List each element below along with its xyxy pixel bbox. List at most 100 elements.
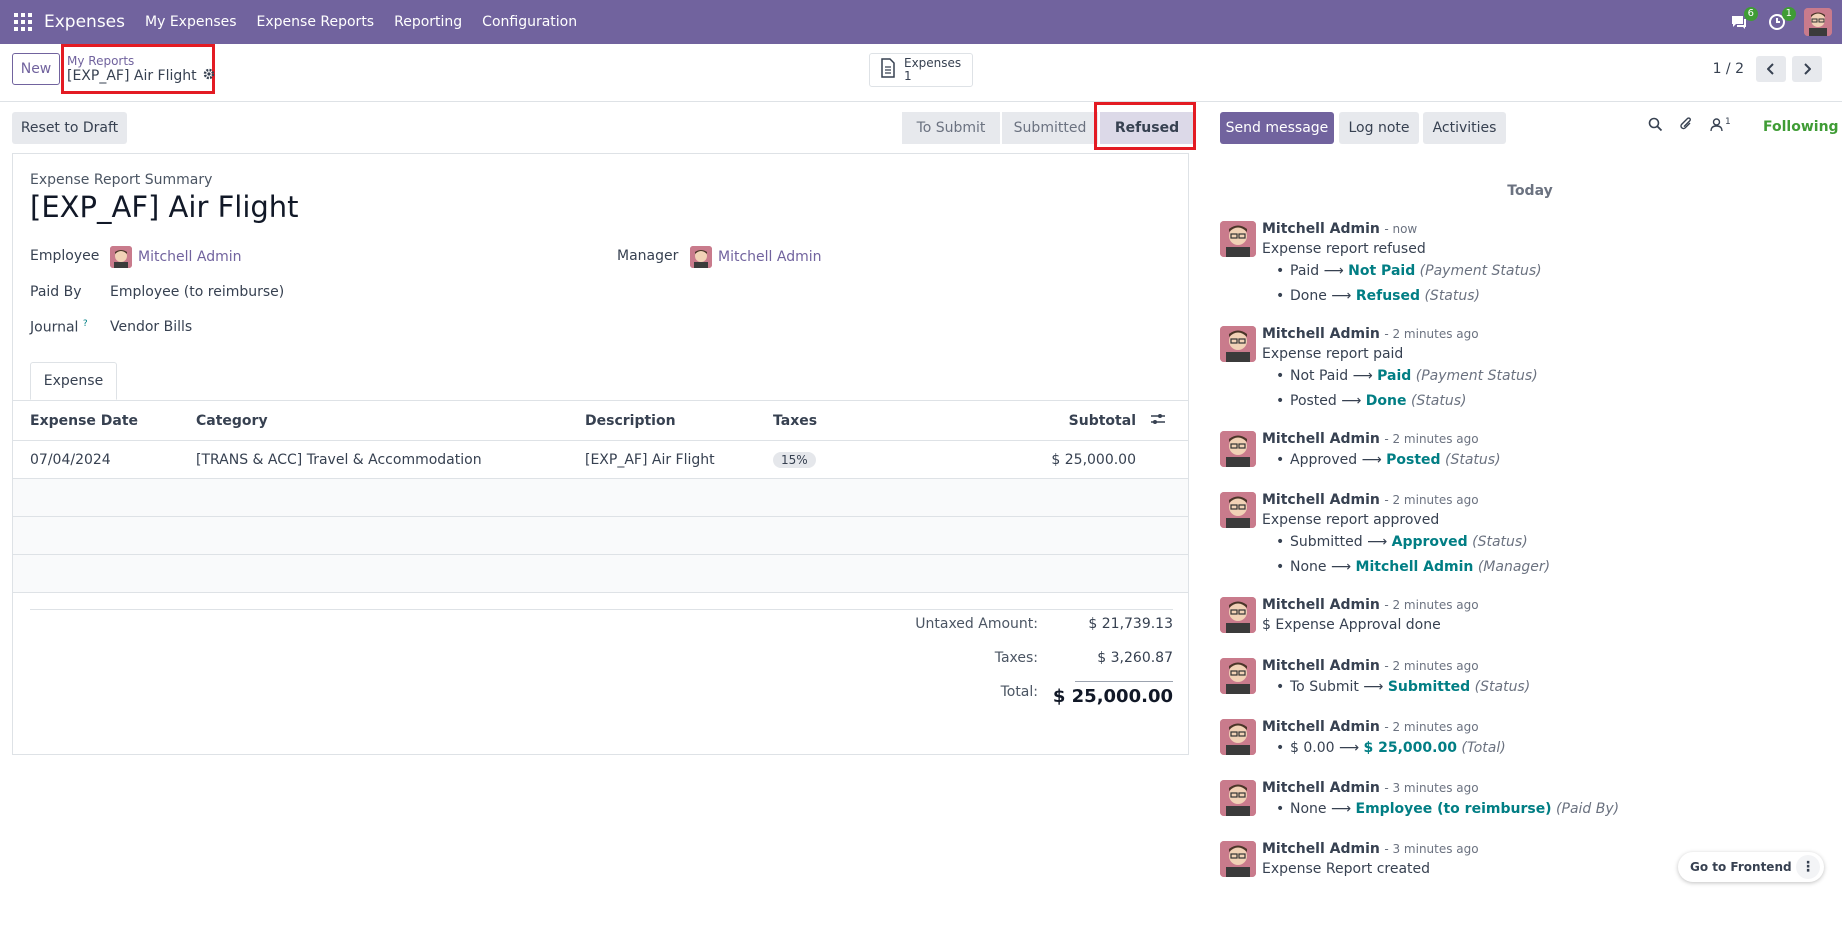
paid-by-value[interactable]: Employee (to reimburse)	[110, 284, 284, 300]
send-message-button[interactable]: Send message	[1220, 112, 1334, 144]
pager-value[interactable]: 1 / 2	[1713, 61, 1744, 77]
expenses-stat-button[interactable]: Expenses 1	[869, 53, 973, 87]
chatter: Send message Log note Activities 1 Follo…	[1212, 103, 1842, 930]
track-to: Approved	[1391, 534, 1468, 550]
search-icon[interactable]	[1648, 117, 1663, 136]
journal-label: Journal ?	[30, 319, 88, 336]
breadcrumb-current: [EXP_AF] Air Flight	[67, 68, 215, 84]
form-sheet: Expense Report Summary [EXP_AF] Air Flig…	[12, 153, 1189, 755]
track-from: Not Paid	[1290, 368, 1349, 384]
user-avatar[interactable]	[1804, 8, 1832, 36]
navbar-systray: 6 1	[1728, 0, 1832, 44]
employee-label: Employee	[30, 248, 100, 264]
report-title[interactable]: [EXP_AF] Air Flight	[30, 190, 299, 224]
followers-icon[interactable]: 1	[1710, 117, 1731, 136]
avatar	[110, 246, 132, 268]
track-field: (Status)	[1474, 679, 1531, 695]
status-bar: Reset to Draft To Submit Submitted Refus…	[0, 103, 1200, 153]
help-icon[interactable]: ?	[83, 319, 88, 329]
track-field: (Status)	[1445, 452, 1501, 468]
manager-field[interactable]: Mitchell Admin	[690, 246, 822, 268]
manager-value: Mitchell Admin	[718, 249, 822, 265]
tracking-value: • None ⟶ Employee (to reimburse) (Paid By…	[1276, 801, 1620, 817]
tax-tag: 15%	[773, 451, 816, 468]
message-time: - 2 minutes ago	[1384, 659, 1479, 673]
breadcrumb-parent[interactable]: My Reports	[67, 54, 134, 68]
stage-to-submit[interactable]: To Submit	[902, 112, 1000, 144]
menu-reporting[interactable]: Reporting	[394, 14, 462, 30]
avatar	[1220, 492, 1256, 528]
activities-button[interactable]: Activities	[1423, 112, 1506, 144]
track-from: Posted	[1290, 393, 1337, 409]
messages-badge: 6	[1743, 7, 1758, 21]
track-field: (Total)	[1461, 740, 1506, 756]
track-to: Not Paid	[1348, 263, 1416, 279]
avatar	[1220, 719, 1256, 755]
new-button[interactable]: New	[12, 53, 60, 85]
menu-expense-reports[interactable]: Expense Reports	[257, 14, 375, 30]
cell-date: 07/04/2024	[30, 451, 111, 468]
menu-my-expenses[interactable]: My Expenses	[145, 14, 237, 30]
control-panel: New My Reports [EXP_AF] Air Flight Expen…	[0, 44, 1842, 102]
cell-category: [TRANS & ACC] Travel & Accommodation	[196, 451, 482, 468]
cell-description: [EXP_AF] Air Flight	[585, 451, 715, 468]
tracking-value: • $ 0.00 ⟶ $ 25,000.00 (Total)	[1276, 740, 1506, 756]
app-name[interactable]: Expenses	[44, 12, 125, 32]
col-category[interactable]: Category	[196, 413, 268, 429]
total-separator	[1075, 681, 1173, 682]
stage-submitted[interactable]: Submitted	[1000, 112, 1098, 144]
empty-row	[13, 555, 1188, 593]
menu-configuration[interactable]: Configuration	[482, 14, 577, 30]
col-subtotal[interactable]: Subtotal	[1069, 413, 1136, 429]
paperclip-icon[interactable]	[1679, 117, 1694, 136]
track-field: (Status)	[1410, 393, 1467, 409]
stat-value: 1	[904, 69, 912, 83]
message-author: Mitchell Admin	[1262, 841, 1380, 857]
track-to: Submitted	[1387, 679, 1471, 695]
chevron-left-icon[interactable]	[1756, 56, 1786, 82]
expense-table: Expense Date Category Description Taxes …	[13, 401, 1188, 593]
track-from: Approved	[1290, 452, 1358, 468]
tab-expense[interactable]: Expense	[30, 362, 117, 400]
tracking-value: • Approved ⟶ Posted (Status)	[1276, 452, 1501, 468]
breadcrumb-current-label: [EXP_AF] Air Flight	[67, 68, 197, 84]
clock-icon[interactable]: 1	[1766, 7, 1796, 33]
col-taxes[interactable]: Taxes	[773, 413, 817, 429]
message-time: - 2 minutes ago	[1384, 327, 1479, 341]
chat-icon[interactable]: 6	[1728, 7, 1758, 33]
message-time: - 2 minutes ago	[1384, 720, 1479, 734]
journal-value[interactable]: Vendor Bills	[110, 319, 192, 335]
message-time: - now	[1384, 222, 1418, 236]
col-description[interactable]: Description	[585, 413, 676, 429]
untaxed-label: Untaxed Amount:	[915, 616, 1038, 632]
avatar	[1220, 780, 1256, 816]
reset-to-draft-button[interactable]: Reset to Draft	[12, 112, 127, 144]
track-to: Employee (to reimburse)	[1355, 801, 1552, 817]
track-from: Done	[1290, 288, 1327, 304]
avatar	[1220, 658, 1256, 694]
col-expense-date[interactable]: Expense Date	[30, 413, 138, 429]
message-body: Expense report approved	[1262, 512, 1440, 528]
paid-by-label: Paid By	[30, 284, 82, 300]
stage-highlight	[1094, 102, 1196, 150]
track-from: Paid	[1290, 263, 1320, 279]
column-options-icon[interactable]	[1150, 412, 1166, 430]
go-to-frontend-button[interactable]: Go to Frontend ⋮	[1678, 852, 1824, 882]
total-label: Total:	[1000, 684, 1038, 700]
following-button[interactable]: Following	[1763, 119, 1839, 135]
taxes-value: $ 3,260.87	[1097, 650, 1173, 666]
more-dots-icon[interactable]: ⋮	[1796, 855, 1820, 879]
message-author: Mitchell Admin	[1262, 492, 1380, 508]
chatter-toolbar: 1	[1648, 117, 1731, 136]
message-time: - 3 minutes ago	[1384, 781, 1479, 795]
track-to: Posted	[1386, 452, 1441, 468]
log-note-button[interactable]: Log note	[1339, 112, 1419, 144]
activities-badge: 1	[1781, 7, 1796, 21]
message-author: Mitchell Admin	[1262, 326, 1380, 342]
apps-grid-icon[interactable]	[14, 13, 32, 31]
gear-icon[interactable]	[203, 68, 215, 84]
message-author: Mitchell Admin	[1262, 658, 1380, 674]
table-row[interactable]: 07/04/2024 [TRANS & ACC] Travel & Accomm…	[13, 441, 1188, 479]
chevron-right-icon[interactable]	[1792, 56, 1822, 82]
employee-field[interactable]: Mitchell Admin	[110, 246, 242, 268]
